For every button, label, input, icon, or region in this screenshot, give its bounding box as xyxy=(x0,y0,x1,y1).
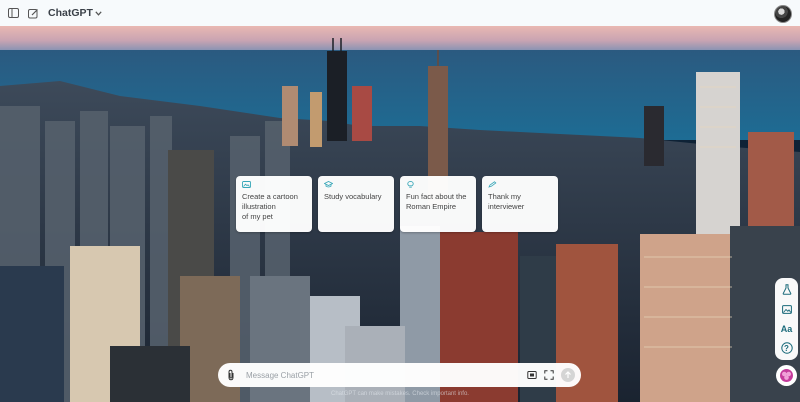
sidebar-toggle-icon[interactable] xyxy=(6,6,20,20)
suggestion-cards: Create a cartoon illustration of my pet … xyxy=(236,176,558,232)
model-selector[interactable]: ChatGPT xyxy=(48,7,102,19)
message-composer xyxy=(218,363,581,387)
suggestion-card-interviewer[interactable]: Thank my interviewer xyxy=(482,176,558,232)
text-size-icon[interactable]: Aa xyxy=(780,322,794,336)
assistant-icon[interactable] xyxy=(776,365,797,386)
screenshot-icon[interactable] xyxy=(526,370,537,381)
help-icon[interactable]: ? xyxy=(780,341,794,355)
lightbulb-icon xyxy=(407,181,414,188)
disclaimer-text: ChatGPT can make mistakes. Check importa… xyxy=(331,391,469,397)
help-label: ? xyxy=(784,343,789,353)
graduation-cap-icon xyxy=(324,181,333,188)
arrow-up-icon xyxy=(565,371,571,378)
pen-icon xyxy=(488,181,497,188)
lab-flask-icon[interactable] xyxy=(780,283,794,297)
top-bar: ChatGPT xyxy=(0,0,800,27)
suggestion-card-cartoon[interactable]: Create a cartoon illustration of my pet xyxy=(236,176,312,232)
image-icon[interactable] xyxy=(780,302,794,316)
send-button[interactable] xyxy=(561,368,575,382)
image-icon xyxy=(242,181,251,188)
suggestion-card-roman-empire[interactable]: Fun fact about the Roman Empire xyxy=(400,176,476,232)
paperclip-icon[interactable] xyxy=(224,368,238,382)
fullscreen-icon[interactable] xyxy=(543,370,554,381)
suggestion-text: Thank my interviewer xyxy=(488,192,525,211)
suggestion-text: Fun fact about the Roman Empire xyxy=(406,192,467,211)
suggestion-text: Study vocabulary xyxy=(324,192,382,201)
suggestion-card-vocabulary[interactable]: Study vocabulary xyxy=(318,176,394,232)
avatar[interactable] xyxy=(774,5,792,23)
message-input[interactable] xyxy=(244,369,520,381)
new-chat-icon[interactable] xyxy=(26,6,40,20)
side-toolbar: Aa ? xyxy=(775,278,798,360)
chevron-down-icon xyxy=(95,10,102,16)
suggestion-text: Create a cartoon illustration of my pet xyxy=(242,192,298,221)
model-label: ChatGPT xyxy=(48,7,93,19)
